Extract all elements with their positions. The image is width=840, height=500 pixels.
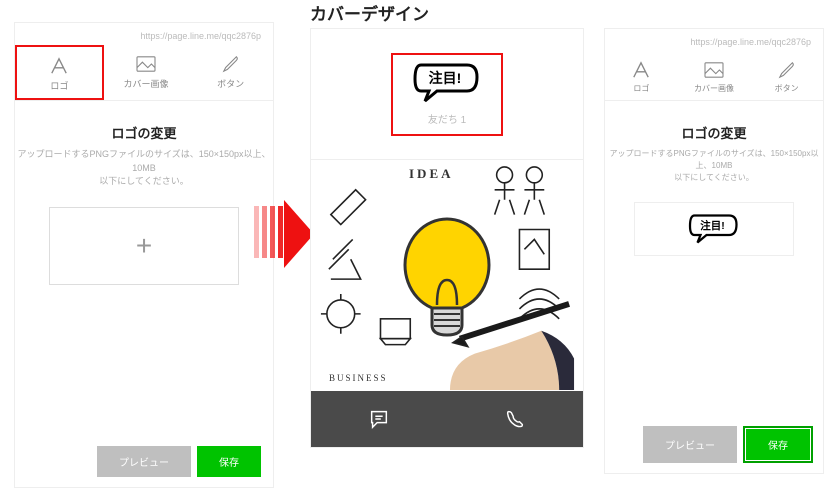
tabs: ロゴ カバー画像 ボタン [605, 51, 823, 101]
settings-panel-left: https://page.line.me/qqc2876p ロゴ カバー画像 ボ… [14, 22, 274, 488]
button-row: プレビュー 保存 [643, 426, 813, 463]
logo-highlight: 注目! 友だち 1 [391, 53, 503, 136]
chat-icon [368, 408, 390, 430]
page-title: カバーデザイン [310, 0, 429, 25]
arrow-indicator [254, 200, 314, 268]
tab-label: ボタン [217, 77, 244, 90]
svg-text:注目!: 注目! [429, 70, 462, 86]
page-url: https://page.line.me/qqc2876p [690, 37, 811, 47]
tab-logo[interactable]: ロゴ [605, 51, 678, 100]
tabs: ロゴ カバー画像 ボタン [15, 45, 273, 101]
image-icon [703, 61, 725, 79]
tab-cover[interactable]: カバー画像 [104, 45, 189, 100]
doodle-icons [311, 160, 583, 390]
button-row: プレビュー 保存 [97, 446, 261, 477]
text-a-icon [48, 57, 70, 75]
page-url: https://page.line.me/qqc2876p [140, 31, 261, 41]
chat-button[interactable] [311, 391, 447, 447]
tab-label: ボタン [775, 83, 799, 94]
call-button[interactable] [447, 391, 583, 447]
friend-count: 友だち 1 [428, 111, 466, 126]
plus-icon: + [136, 230, 152, 262]
text-a-icon [630, 61, 652, 79]
save-highlight: 保存 [743, 426, 813, 463]
tab-label: カバー画像 [124, 77, 169, 90]
tab-logo[interactable]: ロゴ [15, 45, 104, 100]
section-subtitle: アップロードするPNGファイルのサイズは、150×150px以上、10MB 以下… [605, 148, 823, 184]
tab-label: ロゴ [50, 79, 68, 92]
settings-panel-right: https://page.line.me/qqc2876p ロゴ カバー画像 ボ… [604, 28, 824, 474]
tab-label: ロゴ [633, 83, 649, 94]
section-title: ロゴの変更 [15, 123, 273, 142]
upload-dropzone[interactable]: + [49, 207, 239, 285]
cover-image-area: IDEA BUSINESS [311, 159, 583, 391]
image-icon [135, 55, 157, 73]
upload-dropzone[interactable]: 注目! [634, 202, 794, 256]
section-subtitle: アップロードするPNGファイルのサイズは、150×150px以上、10MB 以下… [15, 148, 273, 189]
preview-header: 注目! 友だち 1 [311, 29, 583, 159]
action-bar [311, 391, 583, 447]
cover-preview: 注目! 友だち 1 IDEA BUSINESS [310, 28, 584, 448]
brush-icon [220, 55, 242, 73]
save-button[interactable]: 保存 [746, 429, 810, 460]
tab-cover[interactable]: カバー画像 [678, 51, 751, 100]
logo-bubble-icon: 注目! [687, 212, 741, 246]
preview-button[interactable]: プレビュー [643, 426, 737, 463]
tab-label: カバー画像 [694, 83, 734, 94]
svg-text:注目!: 注目! [700, 219, 725, 232]
tab-button[interactable]: ボタン [750, 51, 823, 100]
phone-icon [504, 408, 526, 430]
preview-button[interactable]: プレビュー [97, 446, 191, 477]
section-title: ロゴの変更 [605, 123, 823, 142]
logo-bubble-icon: 注目! [411, 61, 483, 105]
save-button[interactable]: 保存 [197, 446, 261, 477]
tab-button[interactable]: ボタン [188, 45, 273, 100]
brush-icon [776, 61, 798, 79]
